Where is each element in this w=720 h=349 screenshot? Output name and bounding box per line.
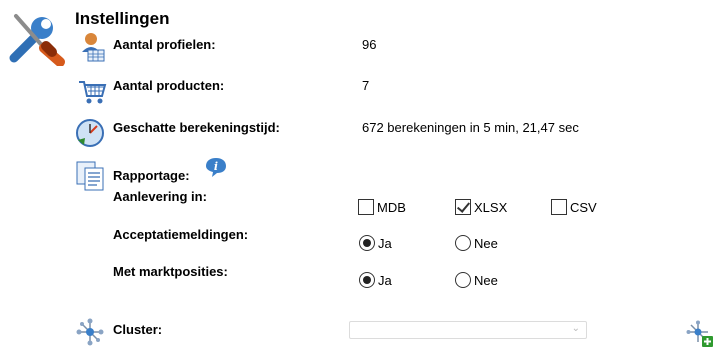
delivery-option-csv[interactable]: CSV <box>551 199 597 215</box>
cluster-select[interactable]: ⌄ <box>349 321 587 339</box>
acceptance-ja-radio[interactable] <box>359 235 375 251</box>
delivery-option-mdb[interactable]: MDB <box>358 199 406 215</box>
acceptance-option-ja[interactable]: Ja <box>359 235 392 251</box>
profiles-label: Aantal profielen: <box>113 37 216 52</box>
network-icon <box>76 318 104 346</box>
tools-icon <box>6 6 70 67</box>
calc-time-label: Geschatte berekeningstijd: <box>113 120 280 135</box>
products-value: 7 <box>362 78 370 93</box>
profile-icon <box>80 32 106 62</box>
profiles-value: 96 <box>362 37 377 52</box>
page-title: Instellingen <box>75 9 170 28</box>
market-nee-radio[interactable] <box>455 272 471 288</box>
report-icon <box>75 160 105 192</box>
report-label: Rapportage: <box>113 168 190 183</box>
clock-icon <box>75 118 105 148</box>
market-nee-label: Nee <box>474 272 498 288</box>
xlsx-label: XLSX <box>474 199 508 215</box>
acceptance-option-nee[interactable]: Nee <box>455 235 498 251</box>
market-ja-label: Ja <box>378 272 392 288</box>
market-label: Met marktposities: <box>113 264 228 279</box>
market-option-ja[interactable]: Ja <box>359 272 392 288</box>
mdb-label: MDB <box>377 199 406 215</box>
products-label: Aantal producten: <box>113 78 225 93</box>
csv-checkbox[interactable] <box>551 199 567 215</box>
calc-time-value: 672 berekeningen in 5 min, 21,47 sec <box>362 120 579 135</box>
market-option-nee[interactable]: Nee <box>455 272 498 288</box>
delivery-label: Aanlevering in: <box>113 189 207 204</box>
chevron-down-icon: ⌄ <box>571 323 580 334</box>
shopping-cart-icon <box>77 78 107 106</box>
acceptance-label: Acceptatiemeldingen: <box>113 227 249 242</box>
xlsx-checkbox[interactable] <box>455 199 471 215</box>
svg-text:i: i <box>214 160 218 173</box>
info-icon[interactable]: i <box>205 156 227 178</box>
acceptance-nee-label: Nee <box>474 235 498 251</box>
cluster-label: Cluster: <box>113 322 163 337</box>
mdb-checkbox[interactable] <box>358 199 374 215</box>
market-ja-radio[interactable] <box>359 272 375 288</box>
acceptance-nee-radio[interactable] <box>455 235 471 251</box>
add-network-icon[interactable] <box>686 320 714 348</box>
csv-label: CSV <box>570 199 597 215</box>
acceptance-ja-label: Ja <box>378 235 392 251</box>
delivery-option-xlsx[interactable]: XLSX <box>455 199 507 215</box>
